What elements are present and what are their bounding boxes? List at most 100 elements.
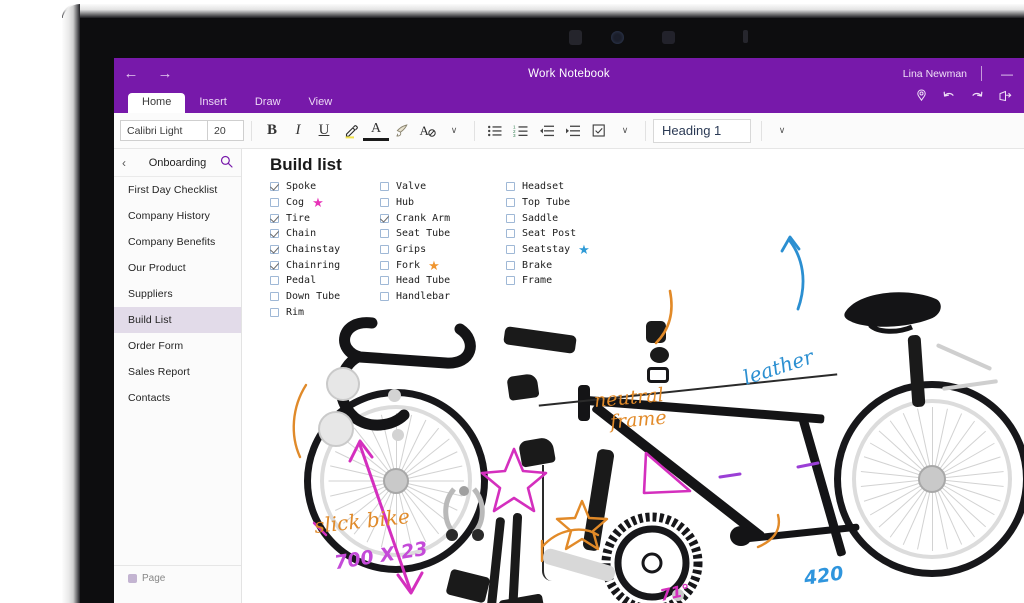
tab-draw[interactable]: Draw [241, 93, 295, 113]
checkbox-icon[interactable] [380, 245, 389, 255]
headset-spacer-2 [650, 347, 669, 363]
bold-button[interactable]: B [259, 118, 285, 144]
decrease-indent-icon[interactable] [534, 118, 560, 144]
checkbox-icon[interactable] [380, 276, 389, 286]
underline-button[interactable]: U [311, 118, 337, 144]
checkbox-icon[interactable] [506, 245, 515, 255]
sidebar-item-build-list[interactable]: Build List [114, 307, 241, 333]
checklist-item[interactable]: Head Tube [380, 273, 450, 289]
checkbox-icon[interactable] [380, 229, 389, 239]
checkbox-icon[interactable] [270, 198, 279, 208]
top-tube [586, 396, 825, 424]
checklist-item[interactable]: Seat Post [506, 226, 590, 242]
checklist-item[interactable]: Headset [506, 179, 590, 195]
checklist-item-label: Brake [522, 259, 553, 271]
page-title[interactable]: Build list [270, 155, 342, 175]
checkbox-icon[interactable] [270, 276, 279, 286]
back-button[interactable]: ← [114, 58, 148, 89]
chevron-left-icon[interactable]: ‹ [122, 156, 138, 170]
checklist-item[interactable]: Hub [380, 195, 450, 211]
tab-home[interactable]: Home [128, 93, 186, 113]
checklist-item[interactable]: Chainring [270, 257, 340, 273]
checklist-item-label: Grips [396, 244, 427, 256]
sidebar-item-suppliers[interactable]: Suppliers [114, 281, 241, 307]
checklist-item[interactable]: Grips [380, 242, 450, 258]
checkbox-icon[interactable] [506, 229, 515, 239]
checkbox-icon[interactable] [380, 260, 389, 270]
sidebar-item-contacts[interactable]: Contacts [114, 385, 241, 411]
saddle [844, 292, 941, 334]
pedal-1 [445, 568, 491, 603]
checklist-item[interactable]: Chainstay [270, 242, 340, 258]
font-color-button[interactable]: A [363, 121, 389, 141]
checklist-item[interactable]: Crank Arm [380, 210, 450, 226]
sidebar-item-company-history[interactable]: Company History [114, 203, 241, 229]
sidebar-item-our-product[interactable]: Our Product [114, 255, 241, 281]
todo-checkbox-icon[interactable] [586, 118, 612, 144]
checklist-item[interactable]: Tire [270, 210, 340, 226]
checklist-item[interactable]: Saddle [506, 210, 590, 226]
checklist-item[interactable]: Chain [270, 226, 340, 242]
checkbox-checked-icon[interactable] [270, 260, 279, 270]
checkbox-icon[interactable] [380, 182, 389, 192]
svg-text:3: 3 [513, 133, 516, 138]
more-formatting-chevron-down-icon[interactable]: ∨ [441, 118, 467, 144]
tab-view[interactable]: View [295, 93, 347, 113]
checkbox-checked-icon[interactable] [270, 229, 279, 239]
font-size-input[interactable]: 20 [208, 120, 244, 141]
checkbox-icon[interactable] [506, 276, 515, 286]
bulleted-list-icon[interactable] [482, 118, 508, 144]
note-canvas[interactable]: Build list Spoke Cog ★ Tire Chain Chainstay Ch… [242, 149, 1024, 603]
list-options-chevron-down-icon[interactable]: ∨ [612, 118, 638, 144]
checklist-item[interactable]: Frame [506, 273, 590, 289]
headset-ring [647, 367, 669, 383]
checklist-item-label: Chainstay [286, 244, 341, 256]
checkbox-icon[interactable] [506, 213, 515, 223]
italic-button[interactable]: I [285, 118, 311, 144]
sidebar-item-order-form[interactable]: Order Form [114, 333, 241, 359]
sidebar-item-first-day-checklist[interactable]: First Day Checklist [114, 177, 241, 203]
checklist-item-label: Cog [286, 197, 305, 209]
checkbox-icon[interactable] [380, 198, 389, 208]
minimize-button[interactable]: — [994, 58, 1020, 89]
user-account-name[interactable]: Lina Newman [903, 68, 981, 80]
search-icon[interactable] [217, 155, 233, 171]
ribbon-toolbar: Calibri Light 20 B I U A A ∨ 1 2 3 ∨ Hea… [114, 113, 1024, 149]
sidebar-item-company-benefits[interactable]: Company Benefits [114, 229, 241, 255]
style-chevron-down-icon[interactable]: ∨ [769, 118, 795, 144]
font-name-input[interactable]: Calibri Light [120, 120, 208, 141]
checklist-item[interactable]: Top Tube [506, 195, 590, 211]
numbered-list-icon[interactable]: 1 2 3 [508, 118, 534, 144]
brake-lever-1 [506, 373, 540, 401]
checklist-item[interactable]: Valve [380, 179, 450, 195]
clear-formatting-icon[interactable]: A [415, 118, 441, 144]
forward-button[interactable]: → [148, 58, 182, 89]
app-body: ‹ Onboarding First Day Checklist Company… [114, 149, 1024, 603]
format-painter-icon[interactable] [389, 118, 415, 144]
increase-indent-icon[interactable] [560, 118, 586, 144]
checkbox-checked-icon[interactable] [270, 182, 279, 192]
add-page-button[interactable]: Page [114, 565, 241, 591]
checkbox-checked-icon[interactable] [270, 213, 279, 223]
tab-insert[interactable]: Insert [185, 93, 241, 113]
checklist-item[interactable]: Brake [506, 257, 590, 273]
checklist-item[interactable]: Cog ★ [270, 195, 340, 211]
checkbox-icon[interactable] [506, 260, 515, 270]
paragraph-style-select[interactable]: Heading 1 [653, 118, 751, 143]
checkbox-checked-icon[interactable] [380, 213, 389, 223]
checkbox-icon[interactable] [506, 182, 515, 192]
checklist-item[interactable]: Seat Tube [380, 226, 450, 242]
sidebar-item-sales-report[interactable]: Sales Report [114, 359, 241, 385]
checklist-item[interactable]: Seatstay ★ [506, 242, 590, 258]
head-tube [578, 385, 590, 421]
checkbox-checked-icon[interactable] [270, 245, 279, 255]
highlighter-icon[interactable] [337, 118, 363, 144]
checkbox-icon[interactable] [506, 198, 515, 208]
ribbon-divider [251, 120, 252, 141]
checklist-item[interactable]: Fork ★ [380, 257, 450, 273]
grip-2 [318, 411, 354, 447]
onenote-app-window: ← → Work Notebook Lina Newman — Home Ins… [114, 58, 1024, 603]
checklist-item[interactable]: Pedal [270, 273, 340, 289]
checklist-item[interactable]: Spoke [270, 179, 340, 195]
pedal-2 [498, 593, 546, 603]
